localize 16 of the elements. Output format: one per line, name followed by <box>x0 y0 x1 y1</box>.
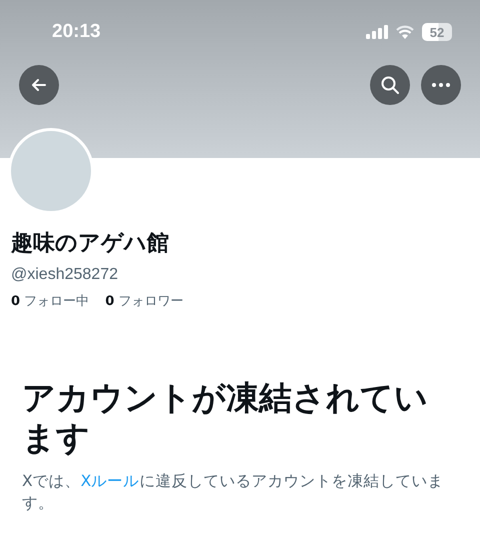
search-button[interactable] <box>370 65 410 105</box>
status-time: 20:13 <box>52 21 101 43</box>
signal-icon <box>366 25 388 39</box>
battery-percentage: 52 <box>430 24 444 40</box>
follow-stat[interactable]: 0 フォロワー <box>105 292 184 310</box>
suspended-heading: アカウントが凍結されています <box>22 378 429 458</box>
search-icon <box>380 75 400 95</box>
profile-handle: @xiesh258272 <box>11 266 119 284</box>
back-arrow-icon <box>30 76 48 94</box>
follow-stat[interactable]: 0 フォロー中 <box>11 292 90 310</box>
wifi-icon <box>396 25 414 39</box>
suspension-message: Xでは、Xルールに違反しているアカウントを凍結しています。 <box>22 471 444 514</box>
profile-name: 趣味のアゲハ館 <box>11 230 170 258</box>
more-icon <box>432 83 450 87</box>
back-button[interactable] <box>19 65 59 105</box>
more-button[interactable] <box>421 65 461 105</box>
